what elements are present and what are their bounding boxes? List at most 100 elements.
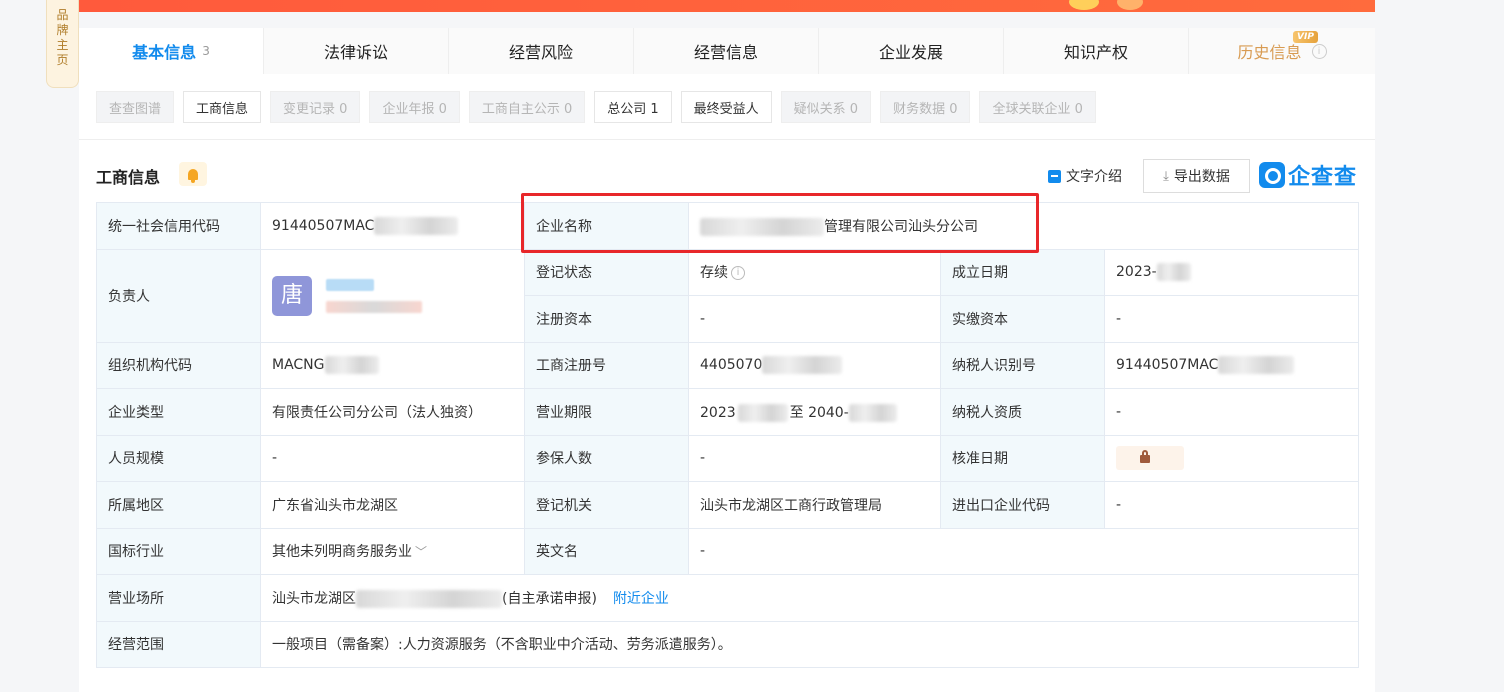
address-label: 营业场所 <box>96 574 261 622</box>
insured-value: - <box>688 434 941 482</box>
reg-status-text: 存续 <box>700 265 728 282</box>
subtab-annual-reports[interactable]: 企业年报 0 <box>369 91 460 123</box>
tab-basic-info[interactable]: 基本信息 3 <box>79 28 264 74</box>
table-row: 营业场所 汕头市龙湖区 (自主承诺申报) 附近企业 <box>96 574 1360 622</box>
subtab-suspected-relations[interactable]: 疑似关系 0 <box>780 91 872 123</box>
redacted-mask <box>848 403 897 422</box>
tab-ip[interactable]: 知识产权 <box>1004 28 1189 74</box>
subtab-self-disclosure[interactable]: 工商自主公示 0 <box>468 91 586 123</box>
subtab-change-records[interactable]: 变更记录 0 <box>270 91 361 123</box>
document-icon <box>1048 169 1061 183</box>
biz-reg-no-label: 工商注册号 <box>524 341 689 389</box>
banner-decoration <box>1069 0 1159 12</box>
tab-history[interactable]: VIP 历史信息 i <box>1189 28 1375 74</box>
region-value: 广东省汕头市龙湖区 <box>260 481 525 529</box>
side-tab-char: 主 <box>56 38 69 52</box>
reg-authority-label: 登记机关 <box>524 481 689 529</box>
found-date-text: 2023- <box>1116 264 1157 281</box>
tab-count: 3 <box>202 44 210 58</box>
scope-value: 一般项目（需备案）:人力资源服务（不含职业中介活动、劳务派遣服务）。 <box>259 620 1360 668</box>
industry-text: 其他未列明商务服务业 <box>272 544 412 561</box>
table-row: 所属地区 广东省汕头市龙湖区 登记机关 汕头市龙湖区工商行政管理局 进出口企业代… <box>96 481 1360 529</box>
text-intro-label: 文字介绍 <box>1066 169 1122 185</box>
subtab-graph[interactable]: 查查图谱 <box>96 91 175 123</box>
reg-authority-value: 汕头市龙湖区工商行政管理局 <box>688 481 941 529</box>
address-value: 汕头市龙湖区 (自主承诺申报) 附近企业 <box>259 574 1360 622</box>
taxpayer-qual-value: - <box>1103 388 1360 436</box>
tab-label: 经营风险 <box>508 43 573 62</box>
section-title: 工商信息 <box>96 168 161 187</box>
import-export-label: 进出口企业代码 <box>940 481 1105 529</box>
reg-capital-value: - <box>688 295 941 343</box>
redacted-mask <box>737 403 788 422</box>
scope-label: 经营范围 <box>96 620 261 668</box>
export-label: 导出数据 <box>1173 169 1230 185</box>
table-row: 企业类型 有限责任公司分公司（法人独资） 营业期限 2023 至 2040- 纳税… <box>96 388 1360 436</box>
taxpayer-qual-label: 纳税人资质 <box>940 388 1105 436</box>
subtab-financial-data[interactable]: 财务数据 0 <box>880 91 971 123</box>
redacted-mask <box>1218 356 1295 375</box>
export-data-button[interactable]: ⤓ 导出数据 <box>1143 159 1250 193</box>
staff-size-label: 人员规模 <box>96 434 261 482</box>
redacted-mask <box>374 216 459 235</box>
top-banner[interactable] <box>79 0 1375 12</box>
redacted-mask <box>1156 263 1191 282</box>
biz-term-label: 营业期限 <box>524 388 689 436</box>
bell-icon[interactable] <box>179 162 207 186</box>
tab-business-info[interactable]: 经营信息 <box>634 28 819 74</box>
company-detail-card: 基本信息 3 法律诉讼 经营风险 经营信息 企业发展 知识产权 VIP 历史信息… <box>79 28 1375 692</box>
brand-homepage-tab[interactable]: 品 牌 主 页 <box>46 0 79 88</box>
redacted-person-info <box>326 278 423 313</box>
tab-development[interactable]: 企业发展 <box>819 28 1004 74</box>
chevron-down-icon[interactable]: ﹀ <box>415 543 427 560</box>
redacted-mask <box>356 589 502 608</box>
tab-legal[interactable]: 法律诉讼 <box>264 28 449 74</box>
industry-value[interactable]: 其他未列明商务服务业 ﹀ <box>260 527 525 575</box>
taxpayer-id-label: 纳税人识别号 <box>940 341 1105 389</box>
org-code-value: MACNG <box>260 341 525 389</box>
address-text: 汕头市龙湖区 <box>272 590 356 607</box>
tab-business-risk[interactable]: 经营风险 <box>449 28 634 74</box>
leader-value[interactable]: 唐 <box>260 248 525 343</box>
taxpayer-id-text: 91440507MAC <box>1116 357 1219 374</box>
found-date-value: 2023- <box>1103 248 1360 296</box>
banner-decoration-shape <box>1117 0 1143 10</box>
text-intro-button[interactable]: 文字介绍 <box>1048 166 1122 186</box>
company-type-value: 有限责任公司分公司（法人独资） <box>260 388 525 436</box>
side-tab-char: 牌 <box>56 23 69 37</box>
credit-code-text: 91440507MAC <box>272 217 375 234</box>
found-date-label: 成立日期 <box>940 248 1105 296</box>
vip-locked-value[interactable] <box>1116 446 1184 471</box>
download-icon: ⤓ <box>1163 168 1169 184</box>
industry-label: 国标行业 <box>96 527 261 575</box>
staff-size-value: - <box>260 434 525 482</box>
info-icon[interactable]: i <box>731 266 745 281</box>
company-name-label: 企业名称 <box>524 202 689 250</box>
info-icon[interactable]: i <box>1311 43 1327 59</box>
avatar[interactable]: 唐 <box>272 275 312 316</box>
reg-status-label: 登记状态 <box>524 248 689 296</box>
table-row: 统一社会信用代码 91440507MAC 企业名称 管理有限公司汕头分公司 <box>96 202 1360 250</box>
subtab-head-office[interactable]: 总公司 1 <box>594 91 672 123</box>
table-row: 人员规模 - 参保人数 - 核准日期 <box>96 434 1360 482</box>
bell-shape <box>188 168 198 183</box>
nearby-companies-link[interactable]: 附近企业 <box>613 591 669 607</box>
side-tab-char: 品 <box>56 8 69 22</box>
approve-date-value[interactable] <box>1103 434 1360 482</box>
biz-term-value: 2023 至 2040- <box>688 388 941 436</box>
subtab-ultimate-beneficiary[interactable]: 最终受益人 <box>680 91 772 123</box>
redacted-mask <box>762 356 843 375</box>
reg-status-value: 存续 i <box>688 248 941 296</box>
taxpayer-id-value: 91440507MAC <box>1103 341 1360 389</box>
credit-code-label: 统一社会信用代码 <box>96 202 261 250</box>
redacted-mask <box>324 356 379 375</box>
reg-capital-label: 注册资本 <box>524 295 689 343</box>
brand-name: 企查查 <box>1288 165 1358 190</box>
tab-label: 企业发展 <box>878 43 943 62</box>
credit-code-value: 91440507MAC <box>260 202 525 250</box>
biz-term-end: 至 2040- <box>789 404 849 421</box>
region-label: 所属地区 <box>96 481 261 529</box>
subtab-global-affiliates[interactable]: 全球关联企业 0 <box>979 91 1096 123</box>
subtab-business-info[interactable]: 工商信息 <box>183 91 262 123</box>
tab-label: 基本信息 <box>132 43 197 62</box>
